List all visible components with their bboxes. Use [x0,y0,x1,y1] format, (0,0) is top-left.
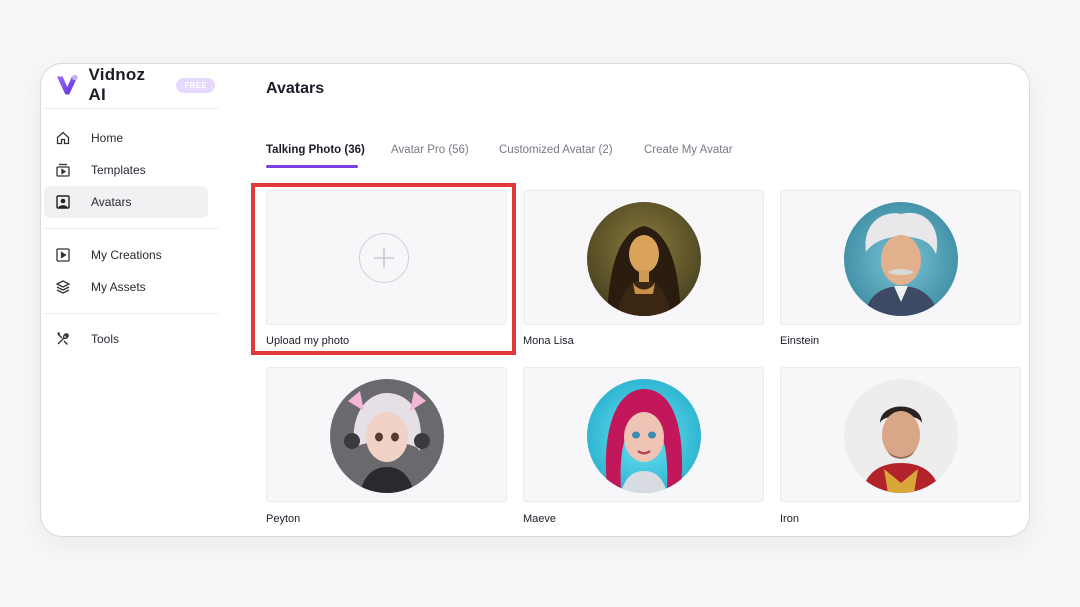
sidebar-item-label: My Assets [91,280,146,294]
peyton-portrait [330,379,444,493]
sidebar-item-label: Templates [91,163,146,177]
card-label: Mona Lisa [523,335,574,347]
page-title: Avatars [266,80,325,97]
avatar-card-einstein[interactable] [780,190,1021,325]
sidebar-item-label: Avatars [91,195,132,209]
card-label: Upload my photo [266,335,350,347]
sidebar-item-templates[interactable]: Templates [44,154,208,186]
sidebar-item-tools[interactable]: Tools [44,323,208,355]
sidebar-item-label: Home [91,131,124,145]
card-label: Einstein [780,335,820,347]
sidebar-item-label: My Creations [91,248,162,262]
avatar-icon [55,194,71,210]
brand-logo[interactable]: Vidnoz AI FREE [55,65,215,104]
avatar-card-mona-lisa[interactable] [523,190,764,325]
avatar-card-peyton[interactable] [266,367,507,502]
sidebar-item-my-assets[interactable]: My Assets [44,271,208,303]
sidebar-divider [44,228,218,229]
upload-photo-card[interactable] [266,190,507,325]
free-badge: FREE [176,77,215,93]
sidebar-divider [44,313,218,314]
sidebar-item-home[interactable]: Home [44,122,208,154]
card-label: Peyton [266,513,301,525]
avatar-card-iron[interactable] [780,367,1021,502]
tools-icon [55,331,71,347]
einstein-portrait [844,202,958,316]
tab-create-my-avatar[interactable]: Create My Avatar [644,144,733,156]
add-icon [359,233,409,283]
sidebar-divider [44,108,218,109]
vidnoz-logo-icon [56,74,78,95]
tab-avatar-pro[interactable]: Avatar Pro (56) [391,144,469,156]
mona-lisa-portrait [587,202,701,316]
avatar-card-maeve[interactable] [523,367,764,502]
brand-name: Vidnoz AI [88,65,146,104]
app-window: Vidnoz AI FREE Home Templates Avatars My… [40,63,1030,537]
maeve-portrait [587,379,701,493]
iron-portrait [844,379,958,493]
play-icon [55,247,71,263]
tab-talking-photo[interactable]: Talking Photo (36) [266,144,365,156]
active-tab-indicator [266,165,358,168]
layers-icon [55,279,71,295]
card-label: Maeve [523,513,557,525]
card-label: Iron [780,513,799,525]
sidebar-item-avatars[interactable]: Avatars [44,186,208,218]
sidebar-item-my-creations[interactable]: My Creations [44,239,208,271]
sidebar-item-label: Tools [91,332,120,346]
tab-customized-avatar[interactable]: Customized Avatar (2) [499,144,613,156]
templates-icon [55,162,71,178]
home-icon [55,130,71,146]
sidebar: Vidnoz AI FREE Home Templates Avatars My… [41,64,219,536]
